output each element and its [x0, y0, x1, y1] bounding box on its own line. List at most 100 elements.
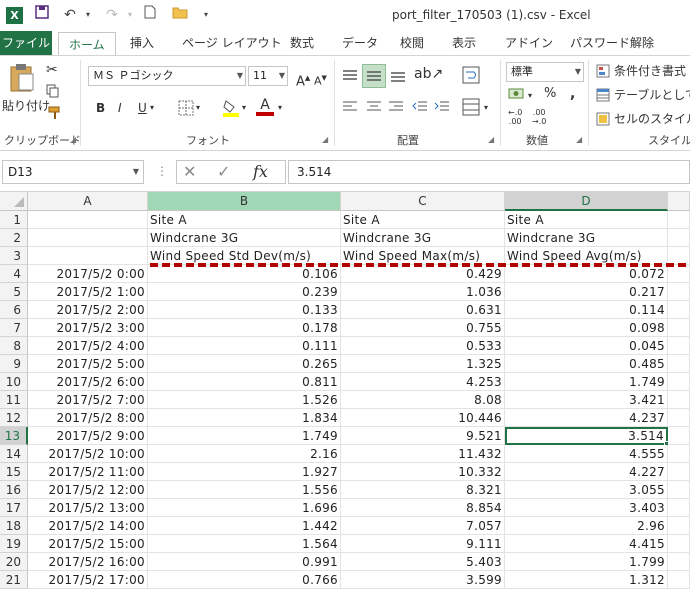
cell-e[interactable]	[668, 553, 690, 571]
copy-icon[interactable]	[46, 84, 60, 101]
cell-c[interactable]: 3.599	[341, 571, 505, 589]
redo-icon[interactable]: ↷	[102, 5, 122, 25]
cell-e[interactable]	[668, 373, 690, 391]
cell-a[interactable]	[28, 211, 148, 229]
tab-home[interactable]: ホーム	[58, 32, 116, 56]
cell-b[interactable]: 0.811	[148, 373, 341, 391]
row-header[interactable]: 2	[0, 229, 28, 247]
cell-b[interactable]: 1.696	[148, 499, 341, 517]
cell-a[interactable]: 2017/5/2 1:00	[28, 283, 148, 301]
save-icon[interactable]	[32, 5, 52, 25]
cell-b[interactable]: 1.834	[148, 409, 341, 427]
cell-b[interactable]: 1.442	[148, 517, 341, 535]
redo-dropdown-icon[interactable]: ▾	[120, 5, 140, 25]
underline-dropdown-icon[interactable]: ▾	[150, 98, 154, 118]
conditional-format-button[interactable]: 条件付き書式	[614, 61, 686, 81]
cell-a[interactable]: 2017/5/2 16:00	[28, 553, 148, 571]
cell-d[interactable]: 0.485	[505, 355, 668, 373]
cell-c[interactable]: 1.036	[341, 283, 505, 301]
increase-decimal-icon[interactable]: ←.0.00	[508, 108, 522, 126]
cell-d[interactable]: 3.403	[505, 499, 668, 517]
cell-e[interactable]	[668, 445, 690, 463]
increase-indent-icon[interactable]	[434, 100, 450, 117]
cell-c[interactable]: 10.332	[341, 463, 505, 481]
merge-center-icon[interactable]	[462, 98, 480, 119]
cell-e[interactable]	[668, 571, 690, 589]
cell-b[interactable]: 0.133	[148, 301, 341, 319]
align-bottom-icon[interactable]	[390, 68, 406, 87]
cell-a[interactable]	[28, 247, 148, 265]
merge-dropdown-icon[interactable]: ▾	[484, 98, 488, 118]
cell-d[interactable]: 4.555	[505, 445, 668, 463]
enter-icon[interactable]: ✓	[217, 162, 230, 181]
cell-c[interactable]: 5.403	[341, 553, 505, 571]
cell-a[interactable]: 2017/5/2 14:00	[28, 517, 148, 535]
decrease-indent-icon[interactable]	[412, 100, 428, 117]
cell-c[interactable]: Windcrane 3G	[341, 229, 505, 247]
cell-b[interactable]: 1.526	[148, 391, 341, 409]
cell-d[interactable]: Site A	[505, 211, 668, 229]
row-header[interactable]: 5	[0, 283, 28, 301]
paste-button[interactable]: 貼り付け	[2, 96, 50, 116]
format-as-table-button[interactable]: テーブルとして書	[614, 85, 690, 105]
cell-e[interactable]	[668, 409, 690, 427]
cell-e[interactable]	[668, 463, 690, 481]
bold-button[interactable]: B	[96, 98, 105, 118]
tab-review[interactable]: 校閲	[400, 31, 424, 55]
cell-c[interactable]: 10.446	[341, 409, 505, 427]
tab-insert[interactable]: 挿入	[130, 31, 154, 55]
cell-b[interactable]: Windcrane 3G	[148, 229, 341, 247]
decrease-decimal-icon[interactable]: .00 →.0	[532, 108, 546, 126]
cell-c[interactable]: 7.057	[341, 517, 505, 535]
decrease-font-icon[interactable]: A▼	[314, 68, 327, 88]
cell-c[interactable]: 8.321	[341, 481, 505, 499]
cell-a[interactable]: 2017/5/2 12:00	[28, 481, 148, 499]
fill-color-icon[interactable]	[222, 98, 240, 121]
font-name-combo[interactable]: ＭＳ Ｐゴシック ▼	[88, 66, 246, 86]
cell-c[interactable]: 8.08	[341, 391, 505, 409]
cell-a[interactable]: 2017/5/2 3:00	[28, 319, 148, 337]
tab-page-layout[interactable]: ページ レイアウト	[182, 31, 282, 55]
cell-d[interactable]: 0.217	[505, 283, 668, 301]
cell-c[interactable]: 9.521	[341, 427, 505, 445]
cell-a[interactable]: 2017/5/2 9:00	[28, 427, 148, 445]
cell-a[interactable]: 2017/5/2 13:00	[28, 499, 148, 517]
open-folder-icon[interactable]	[170, 5, 190, 25]
accounting-dropdown-icon[interactable]: ▾	[528, 86, 532, 106]
cell-e[interactable]	[668, 499, 690, 517]
cell-c[interactable]: 11.432	[341, 445, 505, 463]
format-painter-icon[interactable]	[48, 106, 62, 123]
column-header-c[interactable]: C	[341, 192, 505, 211]
cell-c[interactable]: Site A	[341, 211, 505, 229]
cell-c[interactable]: 4.253	[341, 373, 505, 391]
column-header-b[interactable]: B	[148, 192, 341, 211]
borders-icon[interactable]	[178, 100, 194, 119]
tab-view[interactable]: 表示	[452, 31, 476, 55]
cell-d[interactable]: 4.415	[505, 535, 668, 553]
italic-button[interactable]: I	[118, 98, 122, 118]
cell-c[interactable]: 0.631	[341, 301, 505, 319]
align-right-icon[interactable]	[388, 100, 404, 117]
cell-a[interactable]: 2017/5/2 0:00	[28, 265, 148, 283]
select-all-button[interactable]	[0, 192, 28, 211]
cell-c[interactable]: 0.533	[341, 337, 505, 355]
row-header[interactable]: 7	[0, 319, 28, 337]
tab-password-unlock[interactable]: パスワード解除	[570, 31, 654, 55]
row-header[interactable]: 18	[0, 517, 28, 535]
row-header[interactable]: 16	[0, 481, 28, 499]
cell-e[interactable]	[668, 265, 690, 283]
font-launcher-icon[interactable]: ◢	[322, 135, 328, 144]
cell-d[interactable]: 1.799	[505, 553, 668, 571]
cell-c[interactable]: 9.111	[341, 535, 505, 553]
cell-b[interactable]: 1.749	[148, 427, 341, 445]
column-header-d[interactable]: D	[505, 192, 668, 211]
align-middle-icon[interactable]	[362, 64, 386, 88]
cell-d[interactable]: 1.749	[505, 373, 668, 391]
font-color-dropdown-icon[interactable]: ▾	[278, 98, 282, 118]
cut-icon[interactable]: ✂	[46, 62, 58, 78]
cell-b[interactable]: 2.16	[148, 445, 341, 463]
font-color-icon[interactable]: A	[256, 98, 274, 116]
cell-b[interactable]: Site A	[148, 211, 341, 229]
cell-b[interactable]: 0.178	[148, 319, 341, 337]
fill-color-dropdown-icon[interactable]: ▾	[242, 98, 246, 118]
